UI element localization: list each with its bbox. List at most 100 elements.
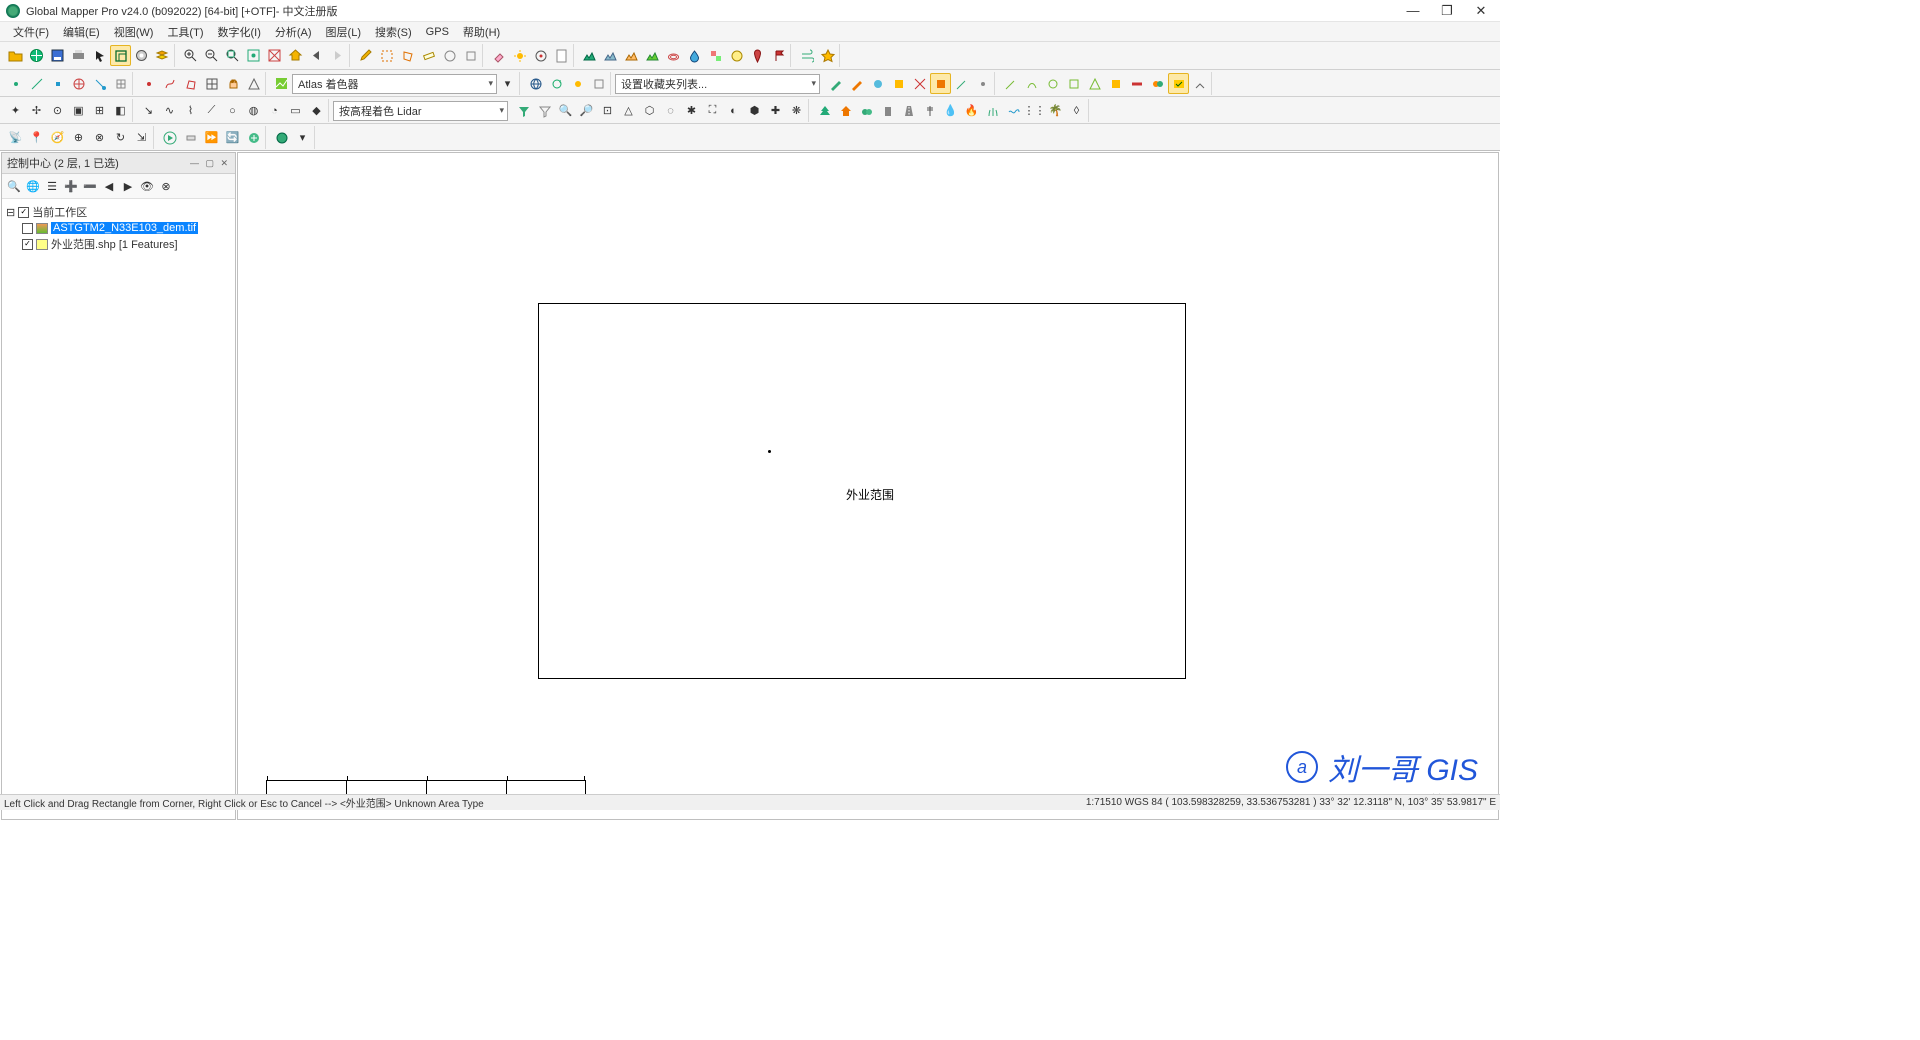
menu-tools[interactable]: 工具(T) <box>160 22 210 42</box>
maximize-button[interactable]: ❐ <box>1440 4 1454 18</box>
l5-icon[interactable]: ○ <box>222 100 243 121</box>
tool-last-icon[interactable] <box>1189 73 1210 94</box>
tree-icon[interactable] <box>814 100 835 121</box>
terrain4-icon[interactable] <box>642 45 663 66</box>
panel-left-icon[interactable]: ◀ <box>100 177 118 195</box>
snap-vertex-icon[interactable] <box>47 73 68 94</box>
open-icon[interactable] <box>5 45 26 66</box>
drop-icon[interactable] <box>684 45 705 66</box>
snap-end-icon[interactable] <box>89 73 110 94</box>
pan-icon[interactable] <box>222 73 243 94</box>
edit4-icon[interactable] <box>888 73 909 94</box>
edit7-icon[interactable] <box>951 73 972 94</box>
layer2-checkbox[interactable] <box>22 239 33 250</box>
gear-icon[interactable] <box>131 45 152 66</box>
symbol-icon[interactable] <box>243 73 264 94</box>
l7-icon[interactable]: ◔ <box>264 100 285 121</box>
draw2-icon[interactable] <box>1021 73 1042 94</box>
expand-icon[interactable]: ⊟ <box>6 206 15 219</box>
draw3-icon[interactable] <box>1042 73 1063 94</box>
l2-icon[interactable]: ∿ <box>159 100 180 121</box>
pin2-icon[interactable] <box>747 45 768 66</box>
zoom-full-icon[interactable] <box>222 45 243 66</box>
gps3-icon[interactable]: 🧭 <box>47 127 68 148</box>
draw1-icon[interactable] <box>1000 73 1021 94</box>
globe-icon[interactable] <box>26 45 47 66</box>
shader-combo[interactable]: Atlas 着色器 <box>292 74 497 94</box>
q3-icon[interactable]: ⊡ <box>597 100 618 121</box>
snap6-icon[interactable]: ◧ <box>110 100 131 121</box>
minimize-button[interactable]: — <box>1406 4 1420 18</box>
menu-help[interactable]: 帮助(H) <box>456 22 507 42</box>
fire-icon[interactable]: 🔥 <box>961 100 982 121</box>
snap-mid-icon[interactable] <box>68 73 89 94</box>
wave-icon[interactable] <box>1003 100 1024 121</box>
panel-right-icon[interactable]: ▶ <box>119 177 137 195</box>
lidar-combo[interactable]: 按高程着色 Lidar <box>333 101 508 121</box>
menu-layer[interactable]: 图层(L) <box>319 22 368 42</box>
tree-layer2[interactable]: 外业范围.shp [1 Features] <box>6 235 231 253</box>
gps6-icon[interactable]: ↻ <box>110 127 131 148</box>
snap5-icon[interactable]: ⊞ <box>89 100 110 121</box>
tool-c-icon[interactable] <box>588 73 609 94</box>
zoom-extent-icon[interactable] <box>243 45 264 66</box>
edit8-icon[interactable] <box>972 73 993 94</box>
panel-eye-icon[interactable]: 👁 <box>138 177 156 195</box>
terrain2-icon[interactable] <box>600 45 621 66</box>
bush-icon[interactable] <box>856 100 877 121</box>
filter2-icon[interactable] <box>534 100 555 121</box>
tool-b-icon[interactable] <box>460 45 481 66</box>
raster-icon[interactable] <box>705 45 726 66</box>
root-checkbox[interactable] <box>18 207 29 218</box>
q5-icon[interactable]: ⬡ <box>639 100 660 121</box>
q7-icon[interactable]: ✱ <box>681 100 702 121</box>
l8-icon[interactable]: ▭ <box>285 100 306 121</box>
panel-close-icon[interactable]: ⊗ <box>157 177 175 195</box>
snap2-icon[interactable]: ✢ <box>26 100 47 121</box>
pole-icon[interactable] <box>919 100 940 121</box>
pencil-icon[interactable] <box>355 45 376 66</box>
print-icon[interactable] <box>68 45 89 66</box>
q8-icon[interactable]: ⛶ <box>702 100 723 121</box>
grid2-icon[interactable] <box>201 73 222 94</box>
panel-layers-icon[interactable]: ☰ <box>43 177 61 195</box>
refresh-icon[interactable] <box>546 73 567 94</box>
q2-icon[interactable]: 🔎 <box>576 100 597 121</box>
gps1-icon[interactable]: 📡 <box>5 127 26 148</box>
draw5-icon[interactable] <box>1084 73 1105 94</box>
ruler-icon[interactable] <box>418 45 439 66</box>
window-icon[interactable] <box>110 45 131 66</box>
check-sq-icon[interactable] <box>1168 73 1189 94</box>
add-g-icon[interactable] <box>243 127 264 148</box>
filter-icon[interactable] <box>513 100 534 121</box>
q4-icon[interactable]: △ <box>618 100 639 121</box>
l4-icon[interactable]: ⟋ <box>201 100 222 121</box>
eraser-icon[interactable] <box>488 45 509 66</box>
gps5-icon[interactable]: ⊗ <box>89 127 110 148</box>
rec-icon[interactable] <box>180 127 201 148</box>
zoom-out-icon[interactable] <box>201 45 222 66</box>
snap3-icon[interactable]: ⊙ <box>47 100 68 121</box>
menu-gps[interactable]: GPS <box>419 24 456 40</box>
snap4-icon[interactable]: ▣ <box>68 100 89 121</box>
shader-icon[interactable] <box>271 73 292 94</box>
road-icon[interactable] <box>898 100 919 121</box>
panel-add-icon[interactable]: ➕ <box>62 177 80 195</box>
menu-digitize[interactable]: 数字化(I) <box>210 22 267 42</box>
tree-layer1[interactable]: ASTGTM2_N33E103_dem.tif <box>6 221 231 235</box>
menu-edit[interactable]: 编辑(E) <box>56 22 107 42</box>
panel-del-icon[interactable]: ➖ <box>81 177 99 195</box>
menu-search[interactable]: 搜索(S) <box>368 22 419 42</box>
select-box-icon[interactable] <box>376 45 397 66</box>
snap-line-icon[interactable] <box>26 73 47 94</box>
drop2-icon[interactable]: 💧 <box>940 100 961 121</box>
favorites-combo[interactable]: 设置收藏夹列表... <box>615 74 820 94</box>
panel-controls[interactable]: ― ▢ ✕ <box>190 158 230 169</box>
select-polygon-icon[interactable] <box>397 45 418 66</box>
cycle-icon[interactable]: 🔄 <box>222 127 243 148</box>
new-point-icon[interactable] <box>138 73 159 94</box>
new-poly-icon[interactable] <box>180 73 201 94</box>
fwd-icon[interactable]: ⏩ <box>201 127 222 148</box>
map-view[interactable]: 外业范围 1.0 km 3.0 km 5.0 km 7.0 km a 刘一哥 G… <box>237 152 1499 820</box>
terrain3-icon[interactable] <box>621 45 642 66</box>
